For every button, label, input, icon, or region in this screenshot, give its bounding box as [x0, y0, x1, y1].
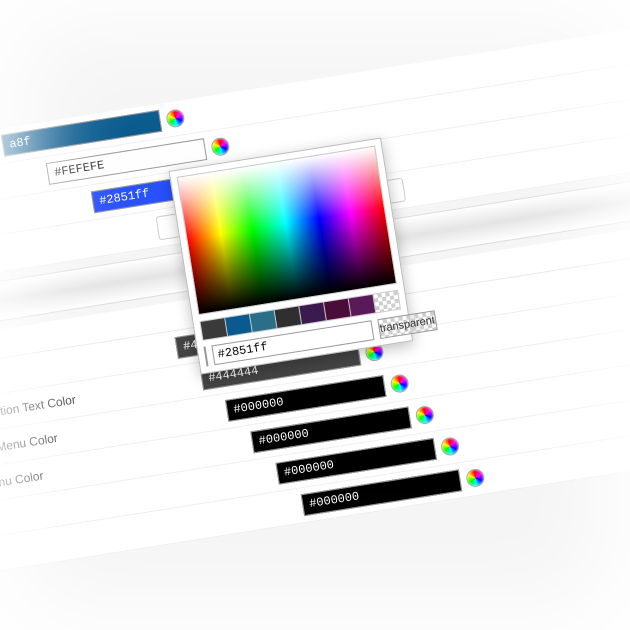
- preset-swatch[interactable]: [349, 295, 377, 317]
- preset-swatch[interactable]: [299, 302, 327, 324]
- color-wheel-icon[interactable]: [165, 108, 186, 129]
- color-wheel-icon[interactable]: [210, 136, 231, 157]
- settings-panel: a8f#FEFEFE#2851ff d Color ting ext Color…: [0, 7, 630, 579]
- color-picker-popup: transparent: [169, 137, 414, 374]
- preset-swatch[interactable]: [324, 298, 352, 320]
- color-wheel-icon[interactable]: [465, 468, 486, 489]
- preset-swatch[interactable]: [250, 310, 278, 332]
- preset-swatch[interactable]: [225, 314, 253, 336]
- preset-swatch[interactable]: [201, 318, 229, 340]
- color-wheel-icon[interactable]: [415, 405, 436, 426]
- preset-transparent[interactable]: [373, 291, 400, 313]
- color-wheel-icon[interactable]: [389, 373, 410, 394]
- preset-swatch[interactable]: [275, 306, 303, 328]
- color-gradient-area[interactable]: [177, 145, 397, 315]
- current-color-swatch[interactable]: [203, 346, 208, 366]
- color-wheel-icon[interactable]: [440, 436, 461, 457]
